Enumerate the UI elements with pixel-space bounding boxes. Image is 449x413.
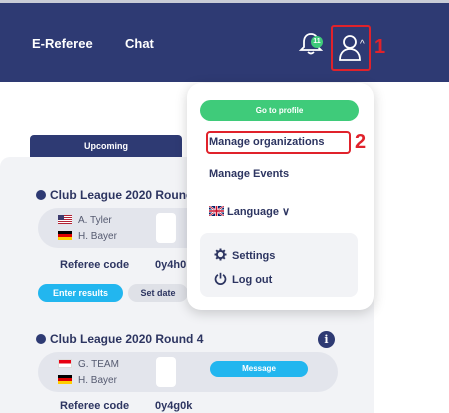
settings-group: Settings Log out [200,233,358,297]
referee-code-label: Referee code [60,259,130,271]
us-flag-icon [58,215,72,224]
referee-code-value: 0y4g0k [155,400,193,412]
notification-badge: 11 [311,36,323,48]
player-name: H. Bayer [78,375,117,386]
match-title-text: Club League 2020 Round 4 [50,332,204,346]
de-flag-icon [58,375,72,384]
chevron-up-icon: ^ [360,39,365,50]
message-button[interactable]: Message [210,361,308,377]
id-flag-icon [58,359,72,368]
chevron-down-icon: ∨ [282,206,291,218]
match-title: Club League 2020 Round 4 [36,332,203,346]
match-title: Club League 2020 Round [36,188,193,202]
info-icon[interactable]: i [318,331,335,348]
go-to-profile-button[interactable]: Go to profile [200,100,359,121]
menu-item-log-out[interactable]: Log out [214,272,272,286]
menu-item-manage-events[interactable]: Manage Events [209,168,289,180]
player-row: H. Bayer [58,375,117,386]
menu-item-settings[interactable]: Settings [214,248,275,262]
log-out-label: Log out [232,274,273,286]
match-title-text: Club League 2020 Round [50,188,194,202]
nav-e-referee[interactable]: E-Referee [32,36,93,51]
ball-icon [36,334,46,344]
language-label: Language [227,206,279,218]
player-name: H. Bayer [78,231,117,242]
player-row: A. Tyler [58,215,112,226]
annotation-marker-1: 1 [374,36,386,58]
player-name: G. TEAM [78,359,119,370]
user-menu-button[interactable]: ^ [331,25,371,71]
user-dropdown-menu: Go to profile Manage organizations Manag… [187,83,374,310]
de-flag-icon [58,231,72,240]
annotation-marker-2: 2 [355,131,367,153]
player-row: G. TEAM [58,359,119,370]
set-date-button[interactable]: Set date [128,284,188,302]
tab-upcoming[interactable]: Upcoming [30,135,182,157]
score-box [156,213,176,243]
enter-results-button[interactable]: Enter results [38,284,123,302]
menu-item-manage-organizations[interactable]: Manage organizations [209,136,325,148]
power-icon [214,272,227,285]
language-selector[interactable]: Language ∨ [209,205,290,218]
uk-flag-icon [209,206,224,216]
user-icon [339,35,361,61]
ball-icon [36,190,46,200]
player-row: H. Bayer [58,231,117,242]
referee-code-label: Referee code [60,400,130,412]
player-name: A. Tyler [78,215,112,226]
settings-label: Settings [232,250,276,262]
score-box [156,357,176,387]
team-box: G. TEAM H. Bayer Message [38,352,338,392]
nav-chat[interactable]: Chat [125,36,154,51]
referee-code-value: 0y4h0 [155,259,187,271]
gear-icon [214,248,227,261]
